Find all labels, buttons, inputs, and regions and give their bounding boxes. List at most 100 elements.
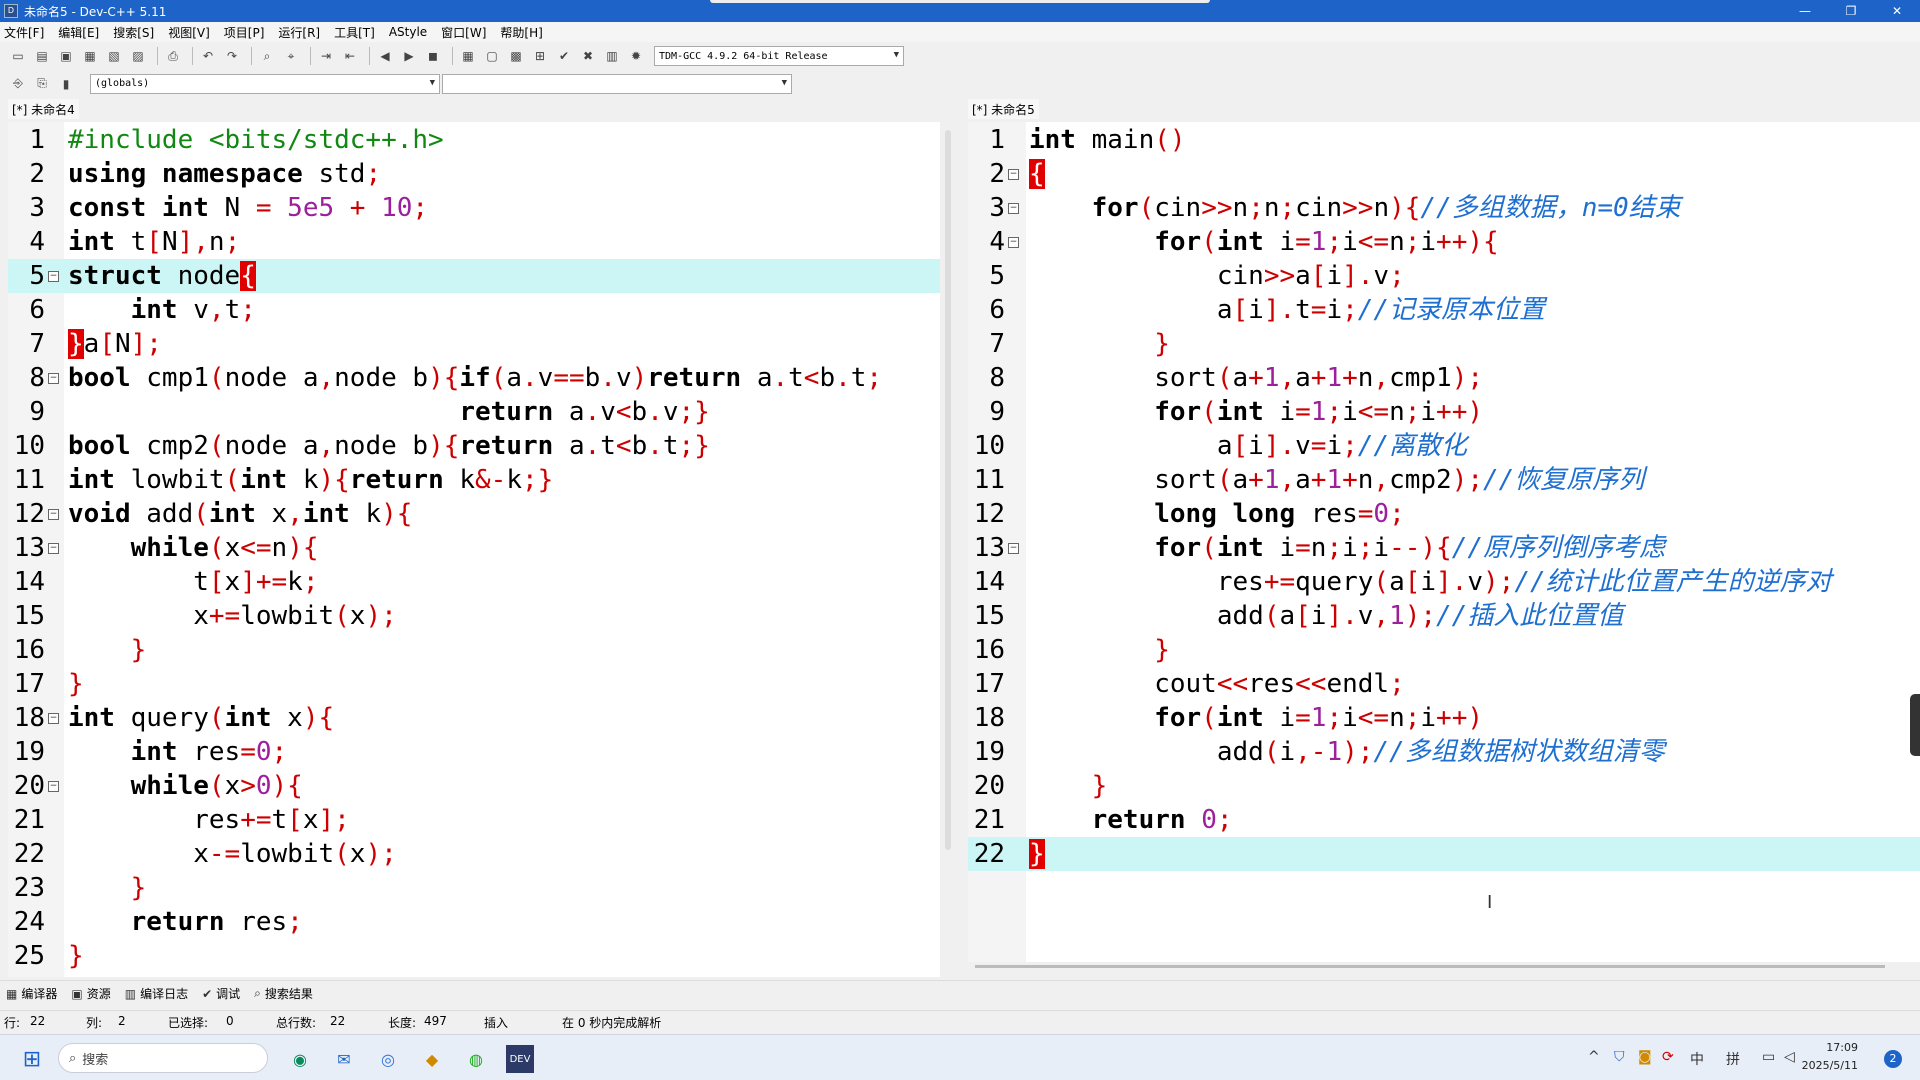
replace-icon[interactable]: ⌖ bbox=[281, 46, 301, 66]
chart-icon[interactable]: ▥ bbox=[602, 46, 622, 66]
update-icon[interactable]: ⟳ bbox=[1662, 1049, 1674, 1065]
code-line[interactable]: 10 bool cmp2(node a,node b){return a.t<b.… bbox=[8, 429, 940, 463]
code-line[interactable]: 19 int res=0; bbox=[8, 735, 940, 769]
menu-run[interactable]: 运行[R] bbox=[278, 24, 320, 41]
code-line[interactable]: 16 } bbox=[968, 633, 1920, 667]
vertical-scrollbar[interactable] bbox=[945, 130, 951, 850]
code-line[interactable]: 7}a[N]; bbox=[8, 327, 940, 361]
bookmark-prev-icon[interactable]: ◀ bbox=[375, 46, 395, 66]
goto-definition-icon[interactable]: ⎘ bbox=[32, 74, 52, 94]
code-line[interactable]: 12− void add(int x,int k){ bbox=[8, 497, 940, 531]
code-line[interactable]: 23 } bbox=[8, 871, 940, 905]
close-button[interactable]: ✕ bbox=[1874, 0, 1920, 22]
code-line[interactable]: 3− for(cin>>n;n;cin>>n){//多组数据，n=0结束 bbox=[968, 191, 1920, 225]
code-line[interactable]: 7 } bbox=[968, 327, 1920, 361]
volume-icon[interactable]: ◁ bbox=[1784, 1049, 1795, 1065]
code-line[interactable]: 19 add(i,-1);//多组数据树状数组清零 bbox=[968, 735, 1920, 769]
shield-icon[interactable]: ⛉ bbox=[1614, 1049, 1625, 1065]
menu-edit[interactable]: 编辑[E] bbox=[58, 24, 99, 41]
menu-view[interactable]: 视图[V] bbox=[168, 24, 210, 41]
horizontal-scrollbar[interactable] bbox=[975, 965, 1885, 968]
edge-icon[interactable]: ◉ bbox=[286, 1045, 314, 1073]
scope-select[interactable]: (globals) ▼ bbox=[90, 73, 440, 94]
clock[interactable]: 17:09 2025/5/11 bbox=[1802, 1039, 1858, 1075]
network-icon[interactable]: ▭ bbox=[1762, 1049, 1775, 1065]
code-line[interactable]: 22} bbox=[968, 837, 1920, 871]
fold-toggle-icon[interactable]: − bbox=[48, 271, 59, 282]
code-line[interactable]: 22 x-=lowbit(x); bbox=[8, 837, 940, 871]
redo-icon[interactable]: ↷ bbox=[222, 46, 242, 66]
code-line[interactable]: 17} bbox=[8, 667, 940, 701]
code-line[interactable]: 15 x+=lowbit(x); bbox=[8, 599, 940, 633]
menu-help[interactable]: 帮助[H] bbox=[500, 24, 542, 41]
fold-toggle-icon[interactable]: − bbox=[48, 373, 59, 384]
fold-toggle-icon[interactable]: − bbox=[1008, 203, 1019, 214]
unindent-icon[interactable]: ⇤ bbox=[340, 46, 360, 66]
find-icon[interactable]: ⌕ bbox=[257, 46, 277, 66]
windows-start-icon[interactable]: ⊞ bbox=[18, 1045, 46, 1073]
menu-project[interactable]: 项目[P] bbox=[224, 24, 265, 41]
menu-tools[interactable]: 工具[T] bbox=[334, 24, 375, 41]
fold-toggle-icon[interactable]: − bbox=[48, 713, 59, 724]
compile-run-icon[interactable]: ▩ bbox=[506, 46, 526, 66]
menu-file[interactable]: 文件[F] bbox=[4, 24, 44, 41]
code-line[interactable]: 18− int query(int x){ bbox=[8, 701, 940, 735]
code-line[interactable]: 8− bool cmp1(node a,node b){if(a.v==b.v)r… bbox=[8, 361, 940, 395]
app-tray-icon[interactable]: ◙ bbox=[1638, 1049, 1652, 1065]
tab-compile-log[interactable]: ▥ 编译日志 bbox=[125, 985, 188, 1002]
code-line[interactable]: 6 a[i].t=i;//记录原本位置 bbox=[968, 293, 1920, 327]
toggle-bookmark-icon[interactable]: ◼ bbox=[423, 46, 443, 66]
code-line[interactable]: 10 a[i].v=i;//离散化 bbox=[968, 429, 1920, 463]
open-file-icon[interactable]: ▤ bbox=[32, 46, 52, 66]
code-line[interactable]: 20− while(x>0){ bbox=[8, 769, 940, 803]
menu-astyle[interactable]: AStyle bbox=[389, 25, 427, 39]
code-line[interactable]: 6 int v,t; bbox=[8, 293, 940, 327]
code-line[interactable]: 1 #include <bits/stdc++.h> bbox=[8, 123, 940, 157]
menu-window[interactable]: 窗口[W] bbox=[441, 24, 486, 41]
new-file-icon[interactable]: ▭ bbox=[8, 46, 28, 66]
save-icon[interactable]: ▣ bbox=[56, 46, 76, 66]
notification-badge[interactable]: 2 bbox=[1884, 1050, 1902, 1068]
print-icon[interactable]: ⎙ bbox=[163, 46, 183, 66]
code-line[interactable]: 13− while(x<=n){ bbox=[8, 531, 940, 565]
compiler-select[interactable]: TDM-GCC 4.9.2 64-bit Release ▼ bbox=[654, 46, 904, 66]
devcpp-icon[interactable]: DEV bbox=[506, 1045, 534, 1073]
code-editor-left[interactable]: 1 #include <bits/stdc++.h> 2 using namespac… bbox=[8, 122, 940, 977]
code-line[interactable]: 24 return res; bbox=[8, 905, 940, 939]
rebuild-icon[interactable]: ⊞ bbox=[530, 46, 550, 66]
run-icon[interactable]: ▢ bbox=[482, 46, 502, 66]
code-line[interactable]: 12 long long res=0; bbox=[968, 497, 1920, 531]
fold-toggle-icon[interactable]: − bbox=[1008, 169, 1019, 180]
maximize-button[interactable]: ❐ bbox=[1828, 0, 1874, 22]
mail-icon[interactable]: ✉ bbox=[330, 1045, 358, 1073]
code-line[interactable]: 4 int t[N],n; bbox=[8, 225, 940, 259]
goto-declaration-icon[interactable]: ⎆ bbox=[8, 74, 28, 94]
code-line[interactable]: 14 t[x]+=k; bbox=[8, 565, 940, 599]
save-all-icon[interactable]: ▦ bbox=[80, 46, 100, 66]
fold-toggle-icon[interactable]: − bbox=[1008, 543, 1019, 554]
code-line[interactable]: 15 add(a[i].v,1);//插入此位置值 bbox=[968, 599, 1920, 633]
code-line[interactable]: 9 return a.v<b.v;} bbox=[8, 395, 940, 429]
indent-icon[interactable]: ⇥ bbox=[316, 46, 336, 66]
stop-icon[interactable]: ✖ bbox=[578, 46, 598, 66]
class-browser-icon[interactable]: ▮ bbox=[56, 74, 76, 94]
code-line[interactable]: 18 for(int i=1;i<=n;i++) bbox=[968, 701, 1920, 735]
check-syntax-icon[interactable]: ✔ bbox=[554, 46, 574, 66]
python-icon[interactable]: ◆ bbox=[418, 1045, 446, 1073]
code-line[interactable]: 2−{ bbox=[968, 157, 1920, 191]
code-line[interactable]: 11 int lowbit(int k){return k&-k;} bbox=[8, 463, 940, 497]
code-line[interactable]: 21 return 0; bbox=[968, 803, 1920, 837]
code-line[interactable]: 21 res+=t[x]; bbox=[8, 803, 940, 837]
code-line[interactable]: 3 const int N = 5e5 + 10; bbox=[8, 191, 940, 225]
tab-compiler[interactable]: ▦ 编译器 bbox=[6, 985, 57, 1002]
close-file-icon[interactable]: ▧ bbox=[104, 46, 124, 66]
code-line[interactable]: 13− for(int i=n;i;i--){//原序列倒序考虑 bbox=[968, 531, 1920, 565]
menu-search[interactable]: 搜索[S] bbox=[113, 24, 154, 41]
fold-toggle-icon[interactable]: − bbox=[1008, 237, 1019, 248]
code-line[interactable]: 9 for(int i=1;i<=n;i++) bbox=[968, 395, 1920, 429]
member-select[interactable]: ▼ bbox=[442, 73, 792, 94]
tray-overflow[interactable]: ^ bbox=[1588, 1049, 1600, 1065]
browser-icon[interactable]: ◎ bbox=[374, 1045, 402, 1073]
code-editor-right[interactable]: 1 int main() 2−{3− for(cin>>n;n;cin>>n){//… bbox=[968, 122, 1920, 962]
code-line[interactable]: 1 int main() bbox=[968, 123, 1920, 157]
